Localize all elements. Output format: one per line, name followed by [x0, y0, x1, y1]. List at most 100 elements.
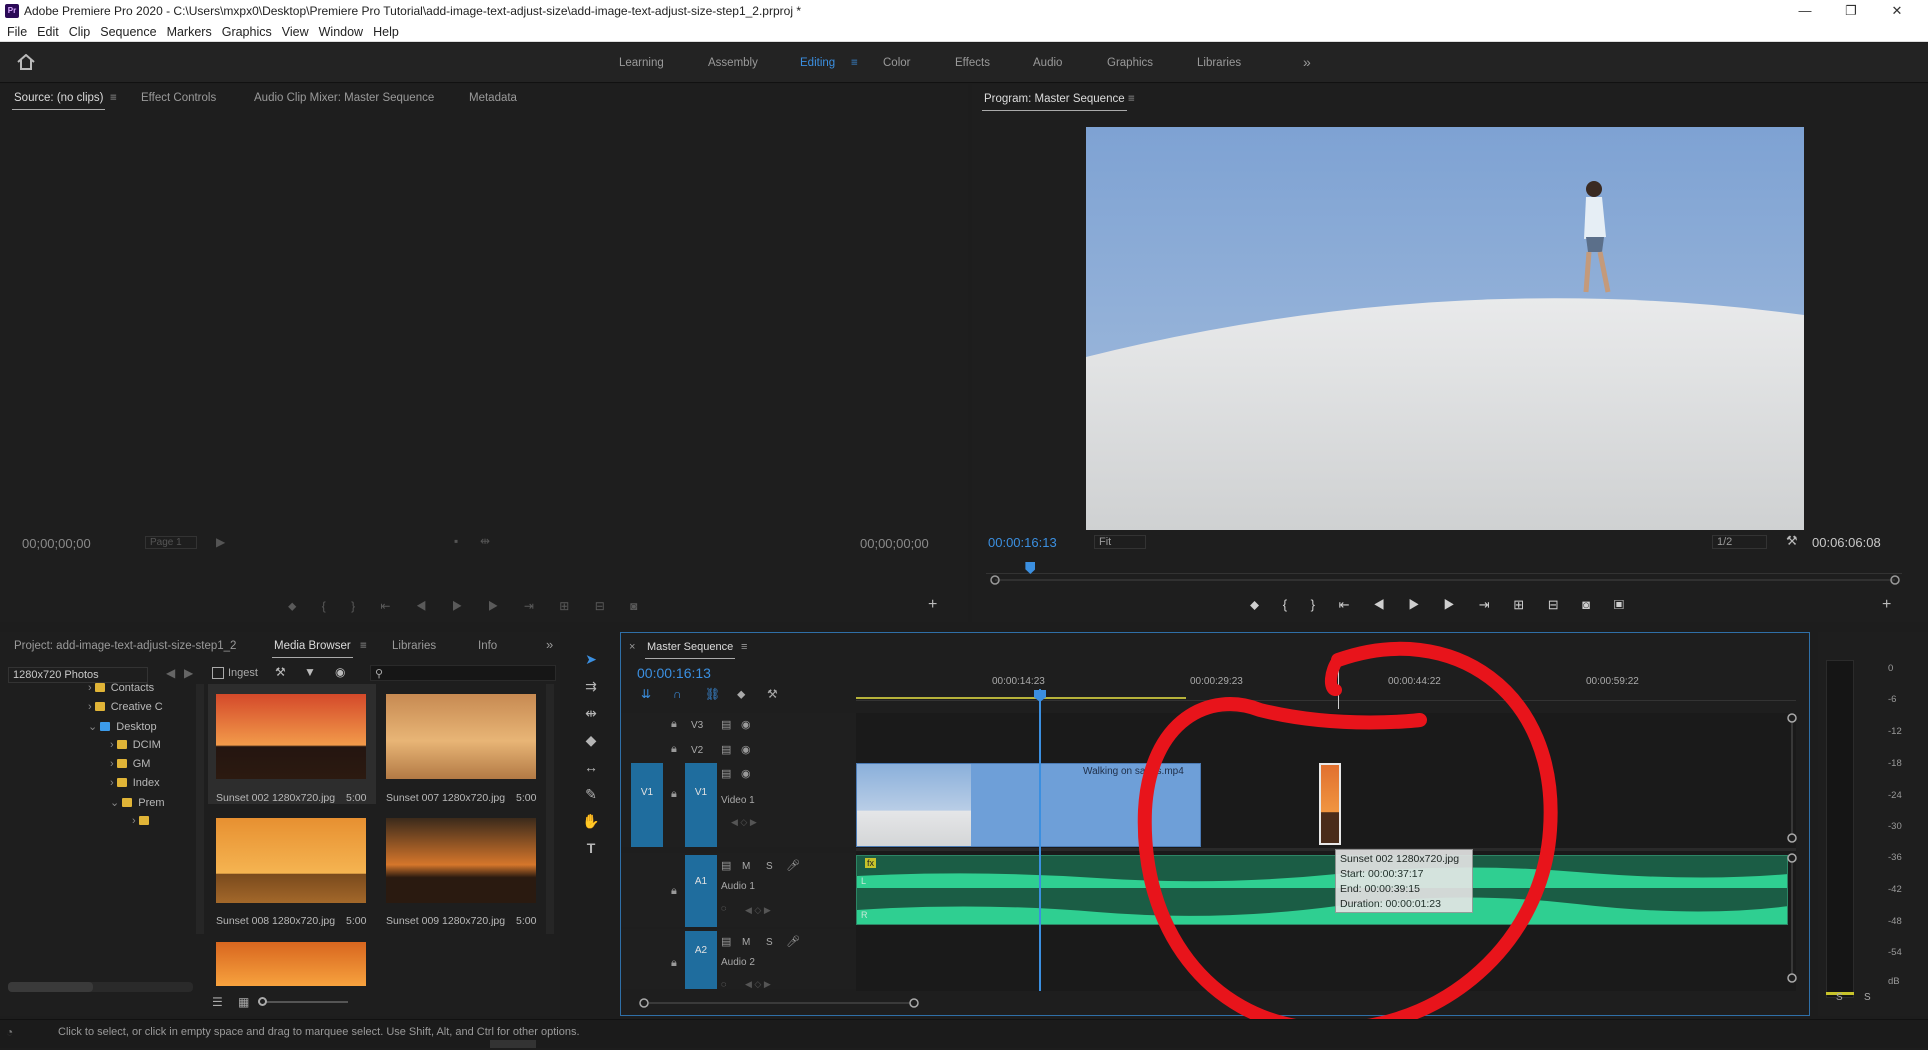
page-dropdown[interactable]: Page 1 — [145, 536, 197, 549]
video-audio-divider[interactable] — [856, 848, 1796, 851]
track-eye-icon[interactable]: ◉ — [741, 718, 751, 731]
tab-effect-controls[interactable]: Effect Controls — [141, 92, 216, 104]
chevron-right-icon[interactable]: › — [110, 777, 117, 789]
tab-source[interactable]: Source: (no clips) — [11, 92, 106, 110]
program-timecode[interactable]: 00:00:16:13 — [988, 535, 1057, 550]
chevron-right-icon[interactable]: › — [88, 682, 95, 694]
icon-view-icon[interactable]: ▦ — [238, 995, 249, 1009]
chevron-down-icon[interactable]: ⌄ — [88, 721, 100, 733]
list-view-icon[interactable]: ☰ — [212, 995, 223, 1009]
image-clip-sunset-002[interactable] — [1319, 763, 1341, 845]
track-eye-icon[interactable]: ◉ — [741, 767, 751, 780]
thumbnail-sunset-009[interactable] — [386, 818, 536, 903]
status-bar-handle[interactable] — [490, 1040, 536, 1048]
folder-tree-item[interactable]: ⌄ Prem — [110, 796, 165, 812]
timeline-timecode[interactable]: 00:00:16:13 — [637, 665, 711, 681]
media-browser-menu-icon[interactable]: ≡ — [360, 640, 367, 652]
linked-selection-icon[interactable]: ⛓ — [705, 687, 720, 701]
source-transport-controls[interactable]: ⬥ { } ⇤ ◀ ▶ ▶ ⇥ ⊞ ⊟ ◙ — [288, 599, 688, 615]
tree-scrollbar[interactable] — [196, 684, 204, 934]
program-add-button-icon[interactable]: + — [1882, 596, 1891, 614]
nest-toggle-icon[interactable]: ⇊ — [641, 687, 651, 701]
workspace-color[interactable]: Color — [883, 57, 910, 69]
track-select-tool-icon[interactable]: ⇉ — [582, 678, 600, 695]
pen-tool-icon[interactable]: ✎ — [582, 786, 600, 803]
folder-tree-item[interactable]: ⌄ Desktop — [88, 720, 157, 736]
chevron-right-icon[interactable]: › — [88, 701, 95, 713]
track-target-v1[interactable]: V1 — [685, 763, 717, 847]
mute-track-button[interactable]: M — [742, 937, 750, 948]
export-frame-icon[interactable]: ▪ — [454, 534, 458, 548]
workspace-graphics[interactable]: Graphics — [1107, 57, 1153, 69]
workspace-effects[interactable]: Effects — [955, 57, 990, 69]
program-panel-menu-icon[interactable]: ≡ — [1128, 93, 1135, 105]
program-title[interactable]: Program: Master Sequence — [982, 93, 1127, 111]
lock-icon[interactable]: 🔒︎ — [671, 718, 677, 731]
chevron-right-icon[interactable]: › — [110, 758, 117, 770]
tab-audio-clip-mixer[interactable]: Audio Clip Mixer: Master Sequence — [254, 92, 434, 104]
menu-file[interactable]: File — [7, 25, 27, 39]
chevron-down-icon[interactable]: ⌄ — [110, 797, 122, 809]
lock-icon[interactable]: 🔒︎ — [671, 788, 677, 801]
ingest-checkbox[interactable] — [212, 667, 224, 679]
sequence-tab[interactable]: Master Sequence — [644, 641, 736, 659]
solo-track-button[interactable]: S — [766, 937, 773, 948]
tab-libraries[interactable]: Libraries — [392, 640, 436, 652]
close-button[interactable]: ✕ — [1874, 0, 1920, 22]
volume-dial-icon[interactable]: ◌ — [721, 903, 726, 913]
program-transport-controls[interactable]: ⬥ { } ⇤ ◀ ▶ ▶ ⇥ ⊞ ⊟ ◙ ▣ — [1250, 597, 1670, 615]
selection-tool-icon[interactable]: ➤ — [582, 651, 600, 668]
filter-icon[interactable]: ▼ — [304, 665, 316, 679]
folder-tree-item[interactable]: › GM — [110, 758, 150, 774]
menu-sequence[interactable]: Sequence — [100, 25, 156, 39]
work-area-bar[interactable] — [856, 697, 1186, 699]
thumbnail-scrollbar[interactable] — [546, 684, 554, 934]
meter-solo-right-button[interactable]: S — [1864, 992, 1871, 1003]
sync-lock-icon[interactable]: ▤ — [721, 718, 731, 731]
hand-tool-icon[interactable]: ✋ — [582, 813, 600, 830]
zoom-slider[interactable] — [258, 997, 348, 1006]
menu-markers[interactable]: Markers — [167, 25, 212, 39]
sequence-menu-icon[interactable]: ≡ — [741, 641, 747, 653]
razor-tool-icon[interactable]: ◆ — [582, 732, 600, 749]
thumbnail-sunset-partial[interactable] — [216, 942, 366, 986]
volume-dial-icon[interactable]: ◌ — [721, 979, 726, 989]
track-target-a2[interactable]: A2 — [685, 931, 717, 989]
tree-horizontal-scrollbar[interactable] — [8, 982, 193, 992]
sync-lock-icon[interactable]: ▤ — [721, 767, 731, 780]
menu-clip[interactable]: Clip — [69, 25, 91, 39]
type-tool-icon[interactable]: T — [582, 840, 600, 856]
keyframe-nav-icon[interactable]: ◀ ◇ ▶ — [731, 817, 757, 828]
page-next-icon[interactable]: ▶ — [216, 535, 225, 549]
timeline-zoom-scrollbar[interactable] — [639, 997, 919, 1008]
more-workspaces-button[interactable]: » — [1303, 54, 1311, 70]
tab-metadata[interactable]: Metadata — [469, 92, 517, 104]
sync-lock-icon[interactable]: ▤ — [721, 859, 731, 872]
thumbnail-sunset-002[interactable] — [216, 694, 366, 779]
video-clip-walking[interactable]: Walking on sands.mp4 — [856, 763, 1201, 847]
folder-tree-item[interactable]: › — [132, 815, 155, 831]
program-scrubber[interactable] — [990, 575, 1900, 585]
panel-menu-icon[interactable]: ≡ — [110, 92, 117, 104]
video-tracks-scrollbar[interactable] — [1787, 713, 1797, 843]
home-icon[interactable] — [17, 54, 35, 70]
back-arrow-icon[interactable]: ◀ — [166, 666, 175, 680]
slip-tool-icon[interactable]: ↔ — [582, 759, 600, 775]
menu-window[interactable]: Window — [319, 25, 363, 39]
ripple-edit-tool-icon[interactable]: ⇹ — [582, 705, 600, 722]
mute-track-button[interactable]: M — [742, 861, 750, 872]
menu-edit[interactable]: Edit — [37, 25, 59, 39]
timeline-playhead[interactable] — [1039, 689, 1041, 991]
folder-tree-item[interactable]: › DCIM — [110, 739, 161, 755]
lock-icon[interactable]: 🔒︎ — [671, 743, 677, 756]
folder-tree-item[interactable]: › Index — [110, 777, 160, 793]
voiceover-mic-icon[interactable]: 🎤︎ — [786, 859, 800, 872]
menu-graphics[interactable]: Graphics — [222, 25, 272, 39]
chevron-right-icon[interactable]: › — [132, 815, 139, 827]
source-patch-v1[interactable]: V1 — [631, 763, 663, 847]
audio-tracks-scrollbar[interactable] — [1787, 853, 1797, 983]
forward-arrow-icon[interactable]: ▶ — [184, 666, 193, 680]
meter-solo-left-button[interactable]: S — [1836, 992, 1843, 1003]
thumbnail-sunset-007[interactable] — [386, 694, 536, 779]
source-add-button-icon[interactable]: + — [928, 596, 937, 614]
